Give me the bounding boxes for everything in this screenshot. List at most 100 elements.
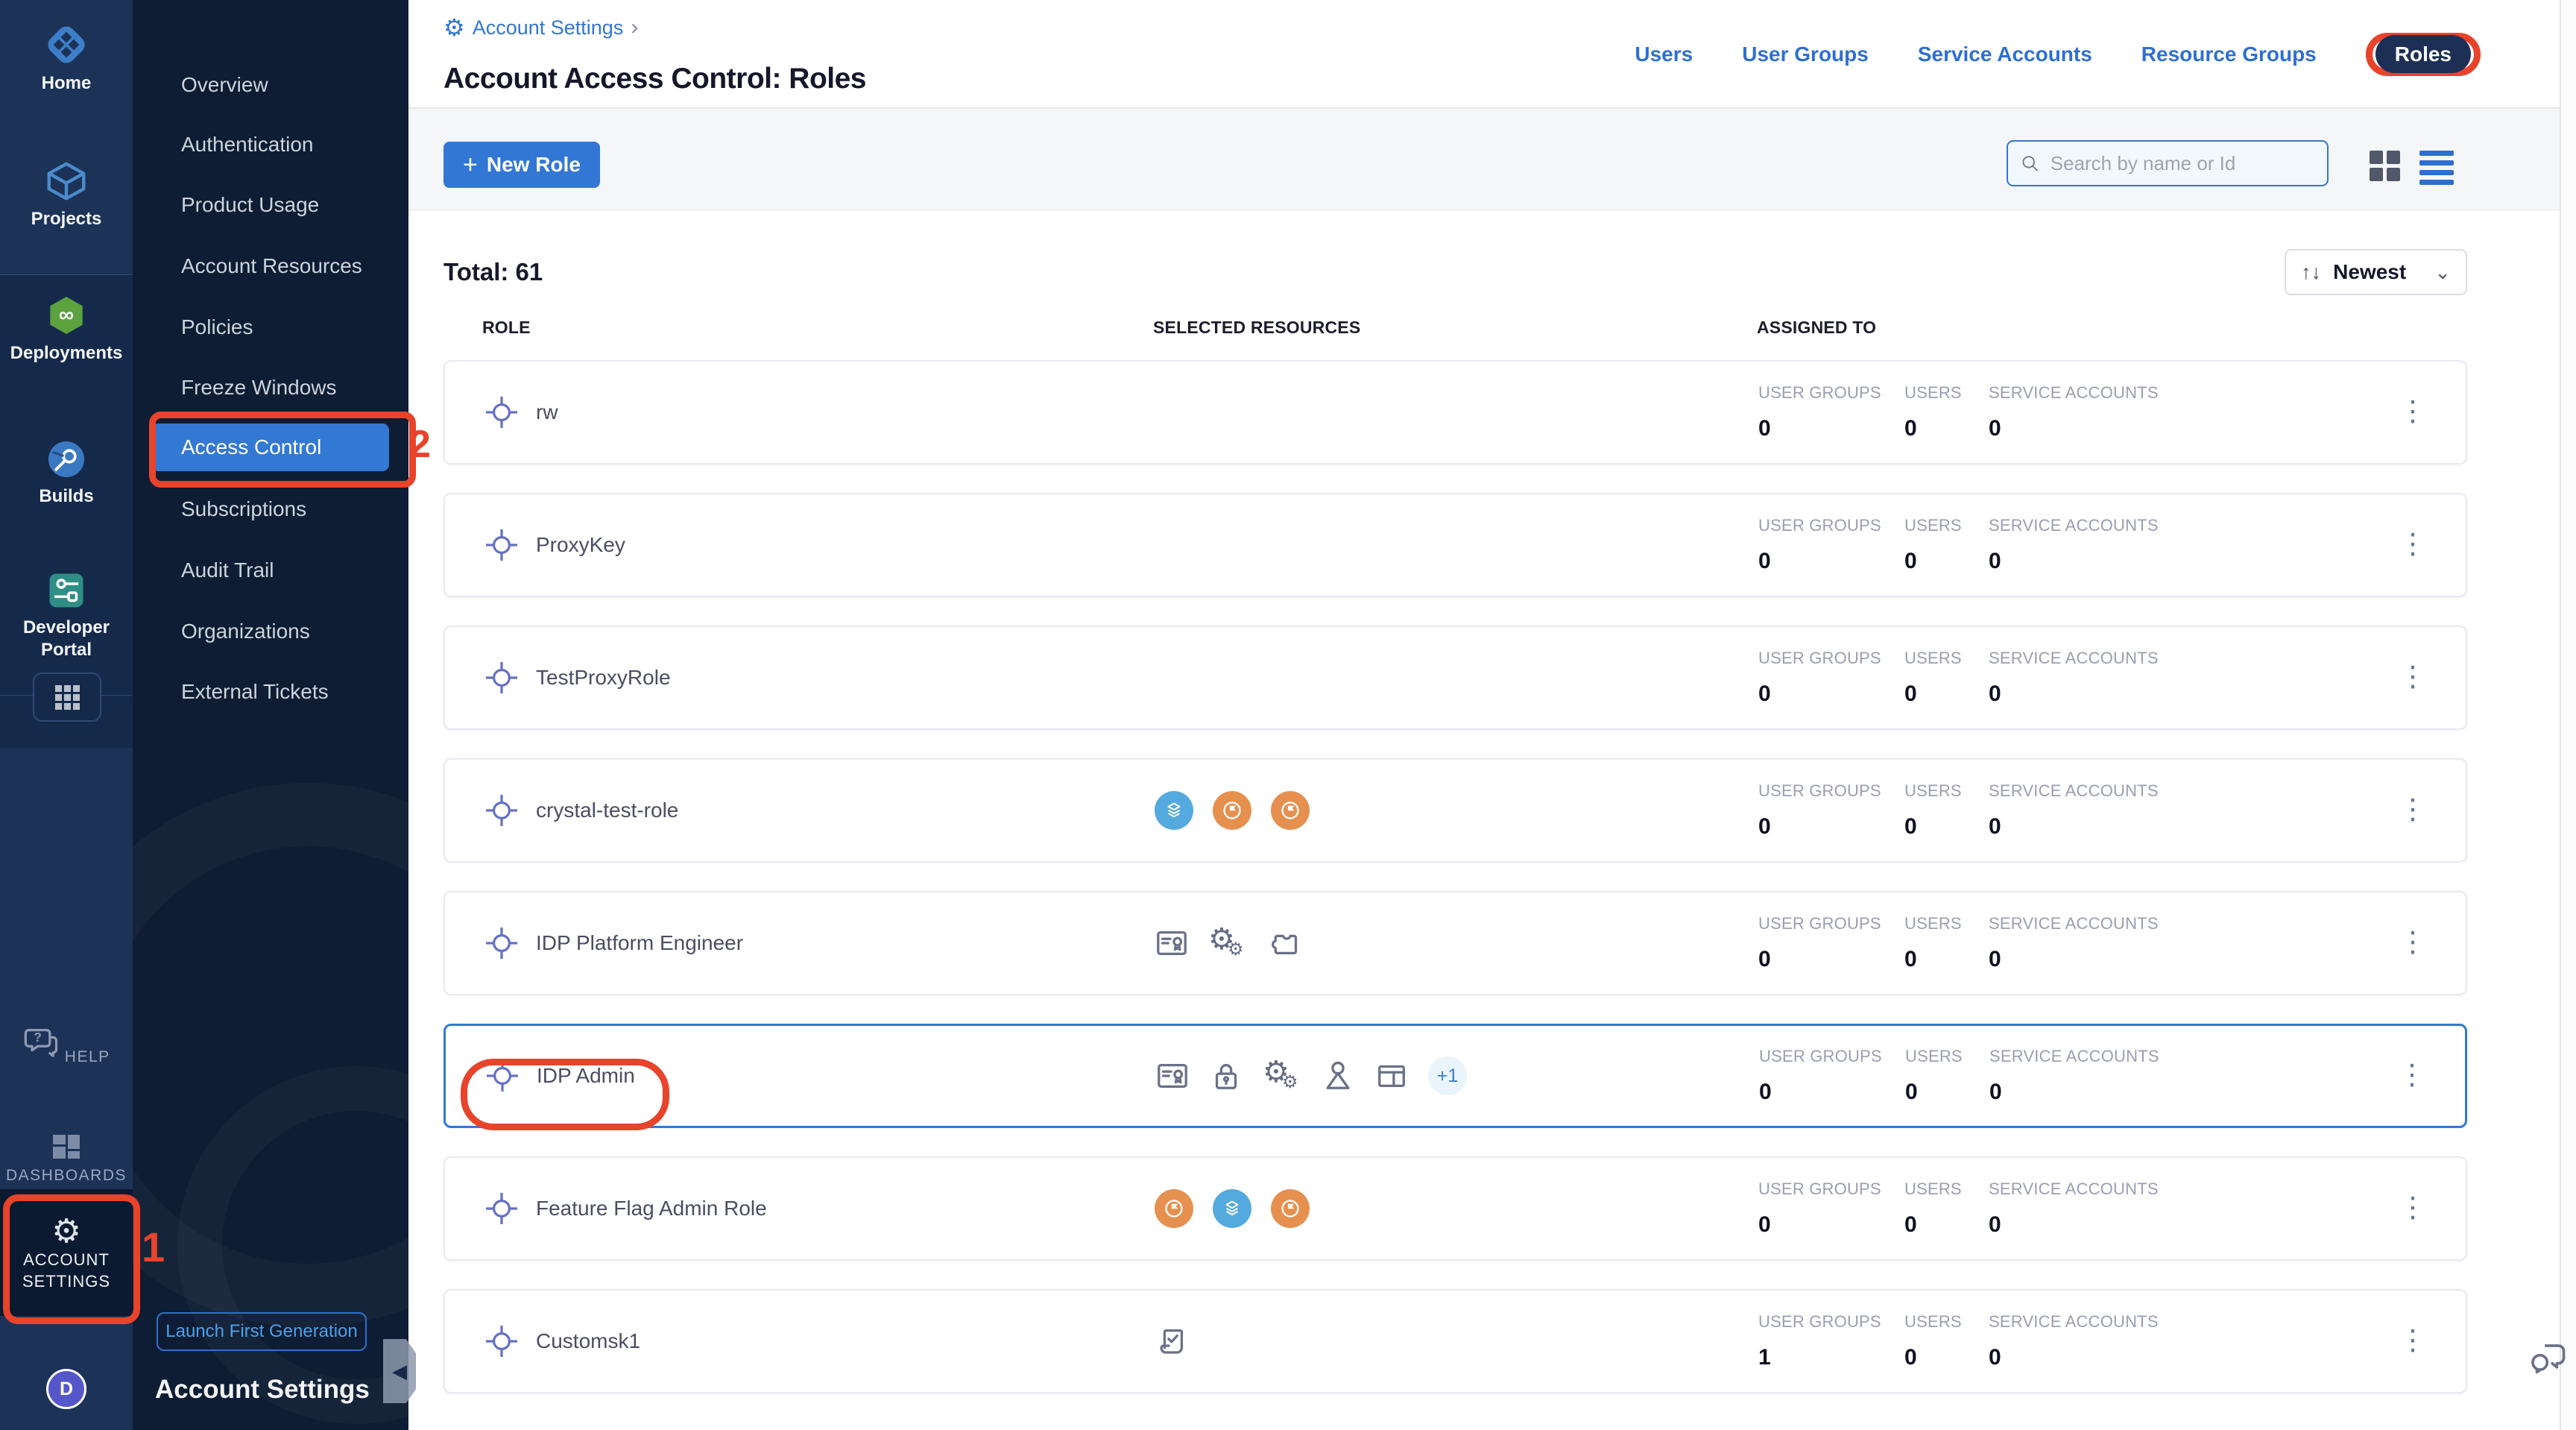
role-name[interactable]: Feature Flag Admin Role: [536, 1197, 767, 1220]
users-count: 0: [1904, 947, 1989, 972]
subnav-item-organizations[interactable]: Organizations: [133, 614, 408, 649]
tab-resource-groups[interactable]: Resource Groups: [2141, 42, 2317, 66]
role-target-icon: [484, 1191, 520, 1226]
search-input[interactable]: [2049, 151, 2315, 176]
settings-subnav: Overview Authentication Product Usage Ac…: [133, 0, 408, 1430]
subnav-item-external-tickets[interactable]: External Tickets: [133, 674, 408, 710]
lock-icon: [1209, 1059, 1243, 1093]
sidebar-item-builds[interactable]: Builds: [0, 437, 133, 508]
subnav-item-access-control[interactable]: Access Control: [152, 423, 389, 471]
kebab-menu-icon[interactable]: ⋮: [2399, 1192, 2427, 1223]
subnav-item-overview[interactable]: Overview: [133, 67, 408, 103]
subnav-item-freeze-windows[interactable]: Freeze Windows: [133, 370, 408, 406]
sidebar-item-account-settings[interactable]: ⚙ ACCOUNT SETTINGS: [0, 1189, 133, 1316]
kebab-menu-icon[interactable]: ⋮: [2399, 529, 2427, 560]
role-row[interactable]: rw USER GROUPS0 USERS0 SERVICE ACCOUNTS0…: [443, 360, 2467, 464]
roles-list: Total: 61 ↑↓ Newest ⌄ ROLE SELECTED RESO…: [443, 210, 2467, 1422]
subnav-item-account-resources[interactable]: Account Resources: [133, 248, 408, 284]
subnav-collapse-handle[interactable]: ◀: [383, 1339, 416, 1403]
users-label: USERS: [1904, 914, 1989, 933]
role-name[interactable]: IDP Admin: [537, 1064, 635, 1088]
kebab-menu-icon[interactable]: ⋮: [2399, 1325, 2427, 1356]
sidebar-item-home[interactable]: Home: [0, 21, 133, 95]
kebab-menu-icon[interactable]: ⋮: [2398, 1059, 2426, 1091]
subnav-item-policies[interactable]: Policies: [133, 309, 408, 345]
role-row-idp-admin[interactable]: IDP Admin ⚙⚙: [443, 1024, 2467, 1128]
tab-service-accounts[interactable]: Service Accounts: [1918, 42, 2092, 66]
sidebar-item-projects[interactable]: Projects: [0, 158, 133, 230]
module-switcher-button[interactable]: [33, 673, 101, 722]
role-name[interactable]: crystal-test-role: [536, 799, 678, 822]
tab-roles[interactable]: Roles: [2375, 35, 2471, 73]
service-accounts-count: 0: [1989, 416, 2159, 441]
tab-user-groups[interactable]: User Groups: [1742, 42, 1869, 66]
breadcrumb[interactable]: ⚙ Account Settings ›: [443, 15, 638, 40]
page-header: ⚙ Account Settings › Account Access Cont…: [408, 0, 2576, 109]
help-chat-icon: ?: [22, 1026, 61, 1062]
grid-view-toggle[interactable]: [2370, 151, 2400, 181]
app-root: Home Projects ∞ Deployments: [0, 0, 2576, 1430]
feature-flag-icon: [1271, 1189, 1310, 1228]
svg-text:∞: ∞: [59, 303, 74, 327]
role-name[interactable]: ProxyKey: [536, 533, 625, 557]
plus-icon: +: [463, 152, 478, 177]
feature-flag-icon: [1213, 791, 1251, 830]
chat-support-icon[interactable]: [2527, 1338, 2570, 1381]
more-resources-badge[interactable]: +1: [1428, 1056, 1467, 1095]
kebab-menu-icon[interactable]: ⋮: [2399, 794, 2427, 825]
user-groups-label: USER GROUPS: [1758, 914, 1904, 933]
user-groups-count: 1: [1758, 1345, 1904, 1370]
sidebar-item-developer-portal[interactable]: Developer Portal: [0, 568, 133, 661]
user-groups-count: 0: [1758, 814, 1904, 840]
sort-dropdown[interactable]: ↑↓ Newest ⌄: [2285, 249, 2467, 295]
sidebar-item-dashboards[interactable]: DASHBOARDS: [0, 1130, 133, 1185]
list-view-toggle[interactable]: [2419, 151, 2454, 185]
selected-resources: ⚙⚙: [1155, 925, 1758, 961]
user-groups-count: 0: [1758, 1212, 1904, 1238]
role-name[interactable]: TestProxyRole: [536, 666, 671, 690]
layout-panel-icon: [1374, 1059, 1409, 1093]
role-cards: rw USER GROUPS0 USERS0 SERVICE ACCOUNTS0…: [443, 360, 2467, 1393]
rail-label: ACCOUNT: [0, 1249, 133, 1270]
role-target-icon: [484, 1058, 520, 1094]
sidebar-item-deployments[interactable]: ∞ Deployments: [0, 292, 133, 365]
tab-users[interactable]: Users: [1635, 42, 1693, 66]
kebab-menu-icon[interactable]: ⋮: [2399, 927, 2427, 958]
annotation-ring-roles: Roles: [2366, 33, 2481, 76]
user-groups-count: 0: [1758, 947, 1904, 972]
breadcrumb-link[interactable]: Account Settings: [473, 16, 624, 40]
column-assigned-to: ASSIGNED TO: [1757, 318, 2400, 338]
kebab-menu-icon[interactable]: ⋮: [2399, 396, 2427, 427]
role-target-icon: [484, 660, 520, 696]
role-name[interactable]: Customsk1: [536, 1329, 640, 1353]
launch-first-generation-button[interactable]: Launch First Generation: [157, 1312, 367, 1351]
role-row[interactable]: Customsk1 USER GROUPS1 USERS0 SERVICE AC…: [443, 1289, 2467, 1393]
rail-label: Developer: [0, 617, 133, 639]
subnav-item-subscriptions[interactable]: Subscriptions: [133, 491, 408, 527]
role-row[interactable]: TestProxyRole USER GROUPS0 USERS0 SERVIC…: [443, 626, 2467, 730]
scrollbar-track[interactable]: [2560, 0, 2576, 1430]
role-row[interactable]: ProxyKey USER GROUPS0 USERS0 SERVICE ACC…: [443, 493, 2467, 597]
user-avatar[interactable]: D: [46, 1369, 86, 1409]
role-row[interactable]: crystal-test-role: [443, 758, 2467, 863]
subnav-item-product-usage[interactable]: Product Usage: [133, 187, 408, 223]
user-groups-label: USER GROUPS: [1758, 649, 1904, 668]
kebab-menu-icon[interactable]: ⋮: [2399, 661, 2427, 693]
users-count: 0: [1904, 416, 1989, 441]
chevron-right-icon: ›: [631, 15, 638, 40]
sidebar-item-help[interactable]: ? HELP: [0, 1026, 133, 1066]
role-name[interactable]: IDP Platform Engineer: [536, 931, 743, 955]
column-selected-resources: SELECTED RESOURCES: [1153, 318, 1757, 338]
role-name[interactable]: rw: [536, 400, 558, 424]
role-target-icon: [484, 1323, 520, 1359]
scroll-check-icon: [1155, 1324, 1189, 1358]
service-accounts-label: SERVICE ACCOUNTS: [1989, 383, 2159, 403]
subnav-item-authentication[interactable]: Authentication: [133, 127, 408, 163]
role-row[interactable]: IDP Platform Engineer ⚙⚙ USER GROUPS0: [443, 891, 2467, 995]
users-count: 0: [1905, 1080, 1989, 1105]
users-count: 0: [1904, 1212, 1989, 1238]
service-accounts-label: SERVICE ACCOUNTS: [1989, 649, 2159, 668]
new-role-button[interactable]: + New Role: [443, 142, 600, 188]
subnav-item-audit-trail[interactable]: Audit Trail: [133, 552, 408, 588]
role-row[interactable]: Feature Flag Admin Role: [443, 1156, 2467, 1261]
